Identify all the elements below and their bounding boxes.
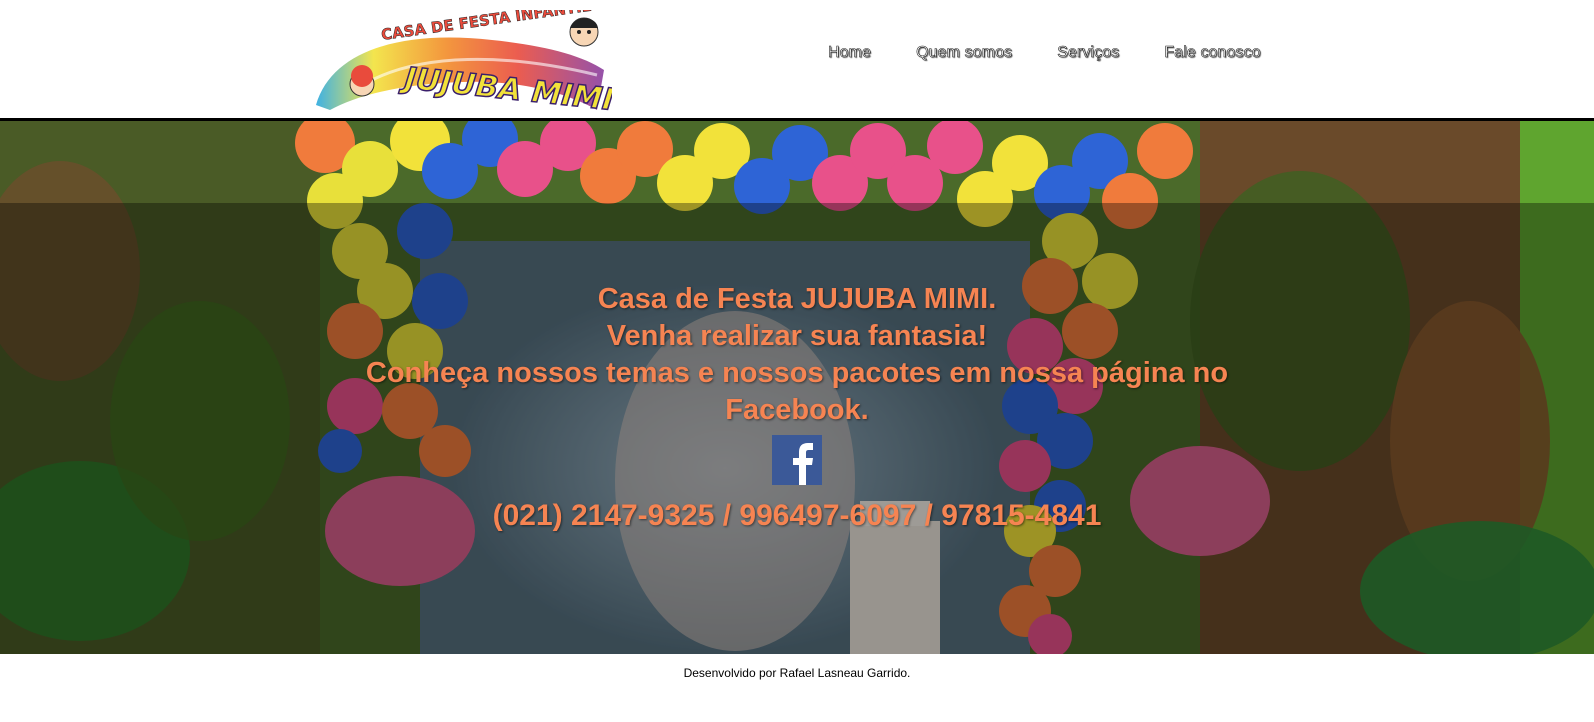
- footer-credit: Desenvolvido por Rafael Lasneau Garrido.: [683, 666, 911, 680]
- hero-message: Casa de Festa JUJUBA MIMI. Venha realiza…: [0, 281, 1594, 534]
- nav-home[interactable]: Home: [828, 44, 872, 62]
- site-footer: Desenvolvido por Rafael Lasneau Garrido.: [0, 654, 1594, 722]
- nav-quem-somos[interactable]: Quem somos: [916, 44, 1013, 62]
- logo-graphic: CASA DE FESTA INFANTIL JUJUBA MIMI: [316, 0, 616, 119]
- hero-line-1: Casa de Festa JUJUBA MIMI.: [597, 283, 997, 315]
- site-logo[interactable]: CASA DE FESTA INFANTIL JUJUBA MIMI: [312, 0, 616, 119]
- site-header: CASA DE FESTA INFANTIL JUJUBA MIMI Home …: [0, 0, 1594, 119]
- hero-banner: Casa de Festa JUJUBA MIMI. Venha realiza…: [0, 121, 1594, 654]
- hero-line-3: Conheça nossos temas e nossos pacotes em…: [365, 357, 1229, 426]
- nav-servicos[interactable]: Serviços: [1057, 44, 1120, 62]
- logo-top-text: CASA DE FESTA INFANTIL: [380, 10, 592, 44]
- phone-numbers: (021) 2147-9325 / 996497-6097 / 97815-48…: [492, 499, 1102, 532]
- main-nav: Home Quem somos Serviços Fale conosco: [828, 44, 1306, 62]
- nav-fale-conosco[interactable]: Fale conosco: [1164, 44, 1261, 62]
- hero-line-2: Venha realizar sua fantasia!: [606, 320, 988, 352]
- facebook-icon[interactable]: [772, 435, 822, 485]
